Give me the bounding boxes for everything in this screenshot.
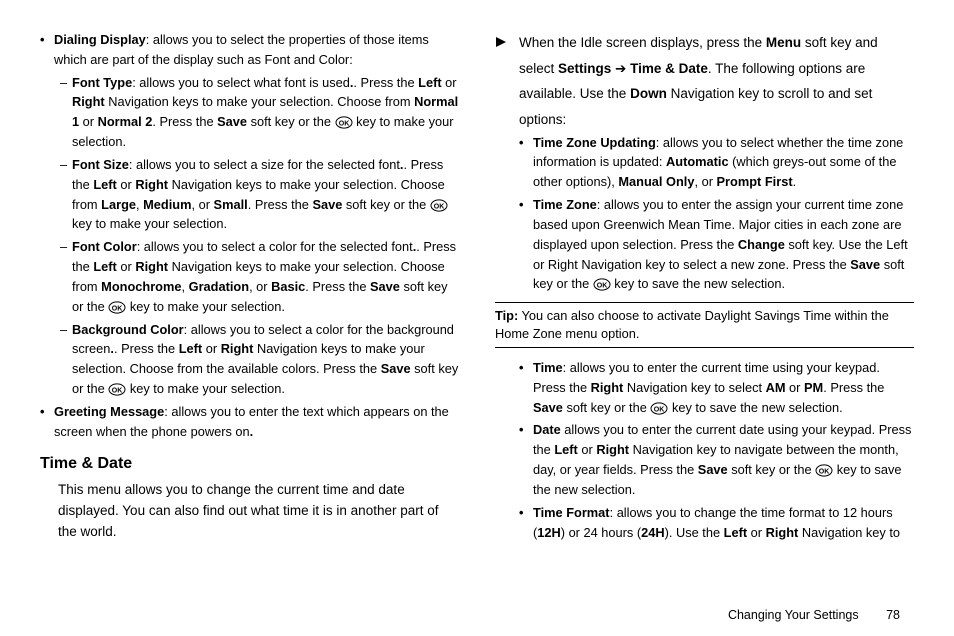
bullet-dot: • bbox=[40, 30, 54, 70]
right-column: When the Idle screen displays, press the… bbox=[477, 30, 914, 626]
svg-text:OK: OK bbox=[338, 121, 349, 128]
label: Dialing Display bbox=[54, 32, 146, 47]
bullet-tz: • Time Zone: allows you to enter the ass… bbox=[519, 195, 914, 294]
left-column: • Dialing Display: allows you to select … bbox=[40, 30, 477, 626]
bullet-time: • Time: allows you to enter the current … bbox=[519, 358, 914, 417]
svg-text:OK: OK bbox=[654, 406, 665, 413]
dash-font-size: – Font Size: allows you to select a size… bbox=[60, 155, 459, 234]
dash-background-color: – Background Color: allows you to select… bbox=[60, 320, 459, 399]
page-number: 78 bbox=[886, 608, 900, 622]
page: • Dialing Display: allows you to select … bbox=[0, 0, 954, 636]
triangle-icon bbox=[495, 30, 519, 133]
ok-icon: OK bbox=[108, 383, 126, 396]
bullet-greeting: • Greeting Message: allows you to enter … bbox=[40, 402, 459, 442]
dash-font-color: – Font Color: allows you to select a col… bbox=[60, 237, 459, 316]
ok-icon: OK bbox=[335, 116, 353, 129]
ok-icon: OK bbox=[593, 278, 611, 291]
dash-font-type: – Font Type: allows you to select what f… bbox=[60, 73, 459, 152]
ok-icon: OK bbox=[430, 199, 448, 212]
tip-block: Tip: You can also choose to activate Day… bbox=[495, 302, 914, 348]
bullet-tzu: • Time Zone Updating: allows you to sele… bbox=[519, 133, 914, 192]
bullet-time-format: • Time Format: allows you to change the … bbox=[519, 503, 914, 543]
svg-text:OK: OK bbox=[112, 387, 123, 394]
ok-icon: OK bbox=[815, 464, 833, 477]
bullet-dialing-display: • Dialing Display: allows you to select … bbox=[40, 30, 459, 70]
svg-text:OK: OK bbox=[434, 203, 445, 210]
bullet-date: • Date allows you to enter the current d… bbox=[519, 420, 914, 499]
heading-time-date: Time & Date bbox=[40, 452, 459, 477]
svg-text:OK: OK bbox=[819, 468, 830, 475]
intro-paragraph: This menu allows you to change the curre… bbox=[58, 480, 459, 543]
footer-label: Changing Your Settings bbox=[728, 608, 859, 622]
svg-text:OK: OK bbox=[112, 305, 123, 312]
step-idle-screen: When the Idle screen displays, press the… bbox=[495, 30, 914, 133]
ok-icon: OK bbox=[650, 402, 668, 415]
page-footer: Changing Your Settings 78 bbox=[728, 608, 900, 622]
ok-icon: OK bbox=[108, 301, 126, 314]
svg-text:OK: OK bbox=[597, 283, 608, 290]
